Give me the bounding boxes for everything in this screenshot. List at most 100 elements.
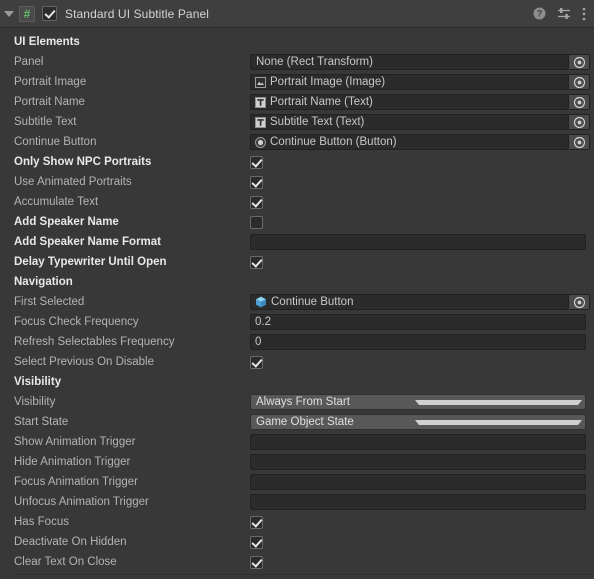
chevron-down-icon xyxy=(415,419,582,425)
checkbox-accumulate-text[interactable] xyxy=(250,195,263,209)
property-control: Game Object State xyxy=(250,412,594,432)
checkbox-has-focus[interactable] xyxy=(250,515,263,529)
chevron-down-icon xyxy=(415,399,582,405)
checkbox-clear-text-on-close[interactable] xyxy=(250,555,263,569)
component-header: # Standard UI Subtitle Panel ? xyxy=(0,0,594,28)
property-label: Visibility xyxy=(14,396,56,408)
property-control xyxy=(250,152,594,172)
object-field-first-selected[interactable]: Continue Button xyxy=(250,294,569,310)
object-field-subtitle-text[interactable]: Subtitle Text (Text) xyxy=(250,114,569,130)
property-label: Add Speaker Name Format xyxy=(14,236,161,248)
property-row-first-selected: First Selected Continue Button xyxy=(0,292,594,312)
checkbox-delay-typewriter-until-open[interactable] xyxy=(250,255,263,269)
checkbox-select-previous-on-disable[interactable] xyxy=(250,355,263,369)
header-icon-group: ? xyxy=(533,7,586,21)
object-picker-icon[interactable] xyxy=(569,74,590,90)
object-field-continue-button[interactable]: Continue Button (Button) xyxy=(250,134,569,150)
property-label: Delay Typewriter Until Open xyxy=(14,256,167,268)
object-picker-icon[interactable] xyxy=(569,134,590,150)
text-input-show-animation-trigger[interactable] xyxy=(250,434,586,450)
property-control xyxy=(250,512,594,532)
checkbox-use-animated-portraits[interactable] xyxy=(250,175,263,189)
text-input-add-speaker-name-format[interactable] xyxy=(250,234,586,250)
object-field-portrait-name[interactable]: Portrait Name (Text) xyxy=(250,94,569,110)
property-control xyxy=(250,252,594,272)
component-title: Standard UI Subtitle Panel xyxy=(65,6,210,21)
object-field-group: Portrait Name (Text) xyxy=(250,94,590,110)
help-icon[interactable]: ? xyxy=(533,7,546,20)
property-control: Portrait Name (Text) xyxy=(250,92,594,112)
property-label: Continue Button xyxy=(14,136,97,148)
object-field-value: Portrait Name (Text) xyxy=(270,96,373,108)
object-field-group: Portrait Image (Image) xyxy=(250,74,590,90)
property-label: Focus Check Frequency xyxy=(14,316,139,328)
preset-sliders-icon[interactable] xyxy=(557,7,571,20)
checkbox-only-show-npc-portraits[interactable] xyxy=(250,155,263,169)
object-field-portrait-image[interactable]: Portrait Image (Image) xyxy=(250,74,569,90)
foldout-triangle-down-icon[interactable] xyxy=(4,10,14,17)
object-field-panel[interactable]: None (Rect Transform) xyxy=(250,54,569,70)
object-field-value: Continue Button (Button) xyxy=(270,136,397,148)
property-row-focus-check-frequency: Focus Check Frequency xyxy=(0,312,594,332)
section-title: Visibility xyxy=(14,376,62,388)
checkbox-deactivate-on-hidden[interactable] xyxy=(250,535,263,549)
property-row-delay-typewriter-until-open: Delay Typewriter Until Open xyxy=(0,252,594,272)
property-label: First Selected xyxy=(14,296,85,308)
text-input-refresh-selectables-frequency[interactable] xyxy=(250,334,586,350)
object-field-group: Continue Button (Button) xyxy=(250,134,590,150)
object-field-value: Subtitle Text (Text) xyxy=(270,116,365,128)
checkbox-add-speaker-name[interactable] xyxy=(250,215,263,229)
property-label: Refresh Selectables Frequency xyxy=(14,336,175,348)
gameobject-cube-icon xyxy=(255,296,267,308)
property-control: Always From Start xyxy=(250,392,594,412)
dropdown-visibility[interactable]: Always From Start xyxy=(250,394,586,410)
property-label: Panel xyxy=(14,56,44,68)
property-control xyxy=(250,312,594,332)
section-header-navigation: Navigation xyxy=(0,272,594,292)
property-label: Hide Animation Trigger xyxy=(14,456,131,468)
cs-script-icon: # xyxy=(19,5,35,22)
dropdown-value: Always From Start xyxy=(256,396,350,408)
text-input-hide-animation-trigger[interactable] xyxy=(250,454,586,470)
property-control: Continue Button (Button) xyxy=(250,132,594,152)
property-label: Has Focus xyxy=(14,516,69,528)
property-row-unfocus-animation-trigger: Unfocus Animation Trigger xyxy=(0,492,594,512)
object-picker-icon[interactable] xyxy=(569,294,590,310)
property-control: Continue Button xyxy=(250,292,594,312)
property-control xyxy=(250,352,594,372)
text-input-focus-animation-trigger[interactable] xyxy=(250,474,586,490)
property-label: Add Speaker Name xyxy=(14,216,119,228)
property-row-start-state: Start State Game Object State xyxy=(0,412,594,432)
property-label: Select Previous On Disable xyxy=(14,356,154,368)
property-row-refresh-selectables-frequency: Refresh Selectables Frequency xyxy=(0,332,594,352)
inspector-body: UI Elements Panel None (Rect Transform) Por… xyxy=(0,28,594,572)
kebab-menu-icon[interactable] xyxy=(582,7,586,21)
component-enabled-checkbox[interactable] xyxy=(42,6,57,21)
property-label: Show Animation Trigger xyxy=(14,436,136,448)
property-control xyxy=(250,452,594,472)
object-picker-icon[interactable] xyxy=(569,114,590,130)
property-control: Portrait Image (Image) xyxy=(250,72,594,92)
object-field-value: None (Rect Transform) xyxy=(256,56,373,68)
text-input-focus-check-frequency[interactable] xyxy=(250,314,586,330)
property-row-continue-button: Continue Button Continue Button (Button) xyxy=(0,132,594,152)
property-label: Accumulate Text xyxy=(14,196,99,208)
button-icon xyxy=(255,136,266,148)
property-row-panel: Panel None (Rect Transform) xyxy=(0,52,594,72)
section-header-ui-elements: UI Elements xyxy=(0,32,594,52)
property-control xyxy=(250,552,594,572)
property-row-visibility: Visibility Always From Start xyxy=(0,392,594,412)
object-field-group: Subtitle Text (Text) xyxy=(250,114,590,130)
text-input-unfocus-animation-trigger[interactable] xyxy=(250,494,586,510)
object-picker-icon[interactable] xyxy=(569,54,590,70)
dropdown-start-state[interactable]: Game Object State xyxy=(250,414,586,430)
property-control: Subtitle Text (Text) xyxy=(250,112,594,132)
property-row-select-previous-on-disable: Select Previous On Disable xyxy=(0,352,594,372)
property-label: Deactivate On Hidden xyxy=(14,536,127,548)
section-header-visibility: Visibility xyxy=(0,372,594,392)
property-label: Clear Text On Close xyxy=(14,556,117,568)
object-picker-icon[interactable] xyxy=(569,94,590,110)
property-label: Focus Animation Trigger xyxy=(14,476,139,488)
property-control xyxy=(250,332,594,352)
property-label: Start State xyxy=(14,416,69,428)
